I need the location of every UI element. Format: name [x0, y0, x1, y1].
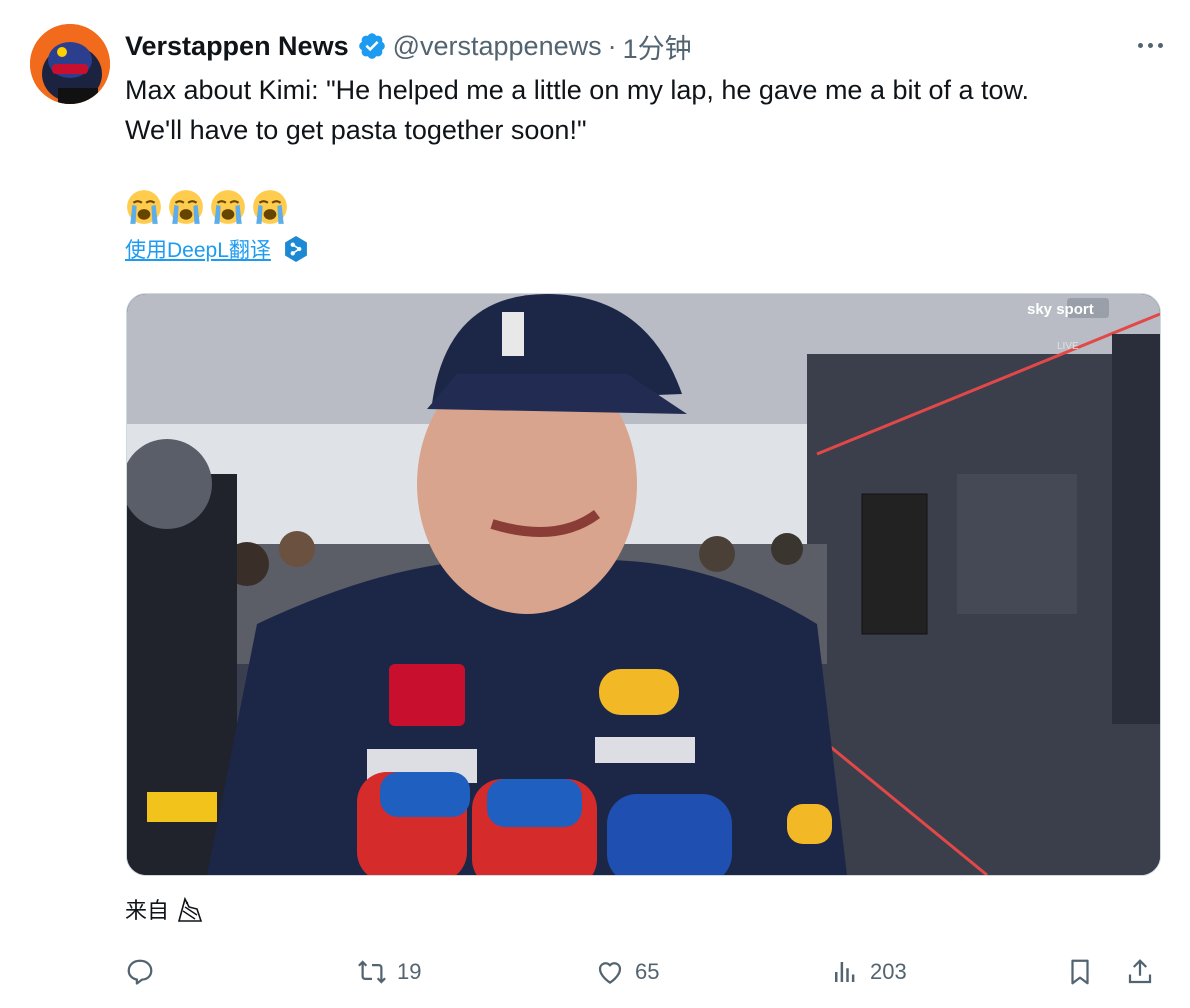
more-dot-icon — [1147, 42, 1153, 48]
source-label: 来自 — [125, 898, 170, 923]
retweet-button[interactable]: 19 — [357, 950, 421, 994]
like-count: 65 — [635, 959, 660, 984]
bookmark-icon — [1071, 959, 1089, 985]
loudly-crying-face-icon — [211, 190, 245, 224]
retweet-icon — [358, 960, 386, 984]
helmet-avatar-icon — [30, 24, 110, 104]
loudly-crying-face-icon — [127, 190, 161, 224]
live-label: LIVE — [1057, 341, 1079, 352]
emoji-row — [125, 188, 289, 226]
source-line: 来自 — [125, 893, 205, 925]
view-count: 203 — [870, 959, 907, 984]
loudly-crying-face-icon — [253, 190, 287, 224]
loudly-crying-face-icon — [169, 190, 203, 224]
author-handle[interactable]: @verstappenews — [393, 31, 602, 62]
share-button[interactable] — [1125, 950, 1155, 994]
verified-badge-icon — [358, 33, 385, 59]
broadcaster-logo-text: sky sport — [1027, 301, 1094, 318]
more-options-button[interactable] — [1130, 30, 1170, 60]
translate-label[interactable]: 使用DeepL翻译 — [125, 234, 271, 264]
like-button[interactable]: 65 — [595, 950, 659, 994]
retweet-count: 19 — [397, 959, 422, 984]
tweet-action-bar: 19 65 203 — [125, 950, 1165, 994]
separator-dot: · — [607, 30, 617, 61]
tweet-timestamp[interactable]: 1分钟 — [623, 27, 692, 66]
reply-button[interactable] — [125, 950, 165, 994]
tweet-text: Max about Kimi: "He helped me a little o… — [125, 75, 1030, 145]
more-dot-icon — [1157, 42, 1163, 48]
translate-link[interactable]: 使用DeepL翻译 — [125, 234, 309, 264]
reply-icon — [127, 959, 153, 985]
heart-icon — [598, 962, 622, 984]
tweet-media-video[interactable]: sky sport LIVE — [126, 293, 1161, 876]
ghost-bird-icon[interactable] — [175, 895, 205, 923]
tweet-header: Verstappen News @verstappenews · 1分钟 — [125, 26, 1170, 66]
deepl-icon — [285, 236, 307, 262]
analytics-icon — [835, 962, 855, 982]
more-dot-icon — [1137, 42, 1143, 48]
author-avatar[interactable] — [30, 24, 110, 104]
author-display-name[interactable]: Verstappen News — [125, 31, 349, 62]
views-button[interactable]: 203 — [830, 950, 907, 994]
video-frame-icon: sky sport LIVE — [127, 294, 1160, 875]
bookmark-button[interactable] — [1065, 950, 1095, 994]
share-icon — [1128, 959, 1152, 984]
